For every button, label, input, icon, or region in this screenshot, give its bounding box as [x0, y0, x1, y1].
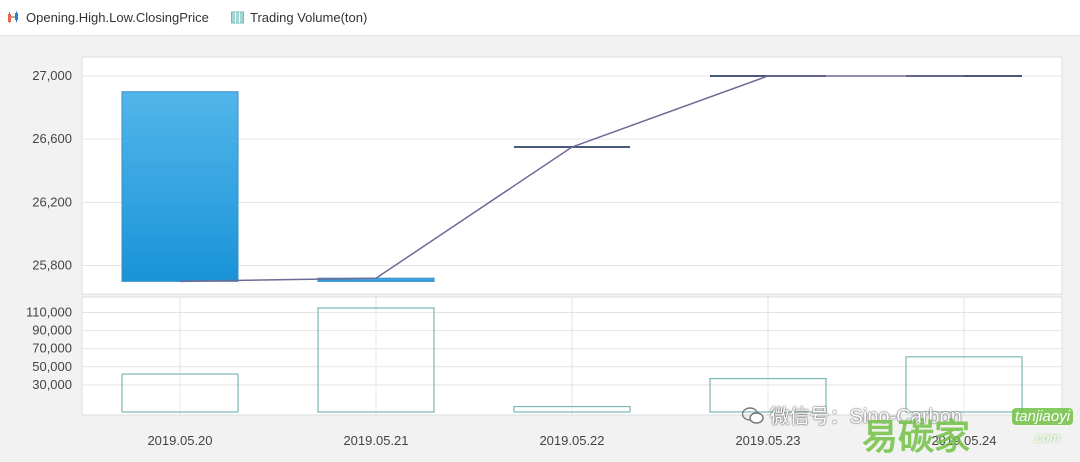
x-tick-label: 2019.05.23: [735, 433, 800, 448]
brand-logo-cn: 易碳家: [862, 417, 971, 458]
volume-y-tick-label: 110,000: [26, 305, 72, 320]
brand-logo-en: tanjiaoyi: [1012, 408, 1074, 425]
x-tick-label: 2019.05.22: [539, 433, 604, 448]
x-tick-label: 2019.05.21: [343, 433, 408, 448]
price-y-axis: 25,800 26,200 26,600 27,000: [32, 68, 72, 273]
price-y-tick-label: 26,200: [32, 194, 72, 209]
volume-y-tick-label: 70,000: [32, 341, 72, 356]
price-y-tick-label: 27,000: [32, 68, 72, 83]
price-candle[interactable]: [121, 91, 239, 282]
brand-logo: 易碳家 tanjiaoyi .com: [862, 408, 1074, 460]
volume-y-tick-label: 50,000: [32, 359, 72, 374]
volume-bar[interactable]: [121, 373, 239, 413]
volume-y-tick-label: 90,000: [32, 323, 72, 338]
brand-logo-domain: .com: [1032, 430, 1061, 445]
volume-bar[interactable]: [317, 307, 435, 413]
price-y-tick-label: 25,800: [32, 258, 72, 273]
price-y-tick-label: 26,600: [32, 131, 72, 146]
chart-page: Opening.High.Low.ClosingPrice Trading Vo…: [0, 0, 1080, 462]
volume-y-tick-label: 30,000: [32, 377, 72, 392]
volume-bar[interactable]: [513, 405, 631, 413]
x-tick-label: 2019.05.20: [147, 433, 212, 448]
volume-y-axis: 30,000 50,000 70,000 90,000 110,000: [26, 305, 72, 392]
wechat-icon: [741, 407, 764, 425]
chart-canvas: 25,800 26,200 26,600 27,000 30,000 50,000 70,…: [26, 56, 1063, 448]
